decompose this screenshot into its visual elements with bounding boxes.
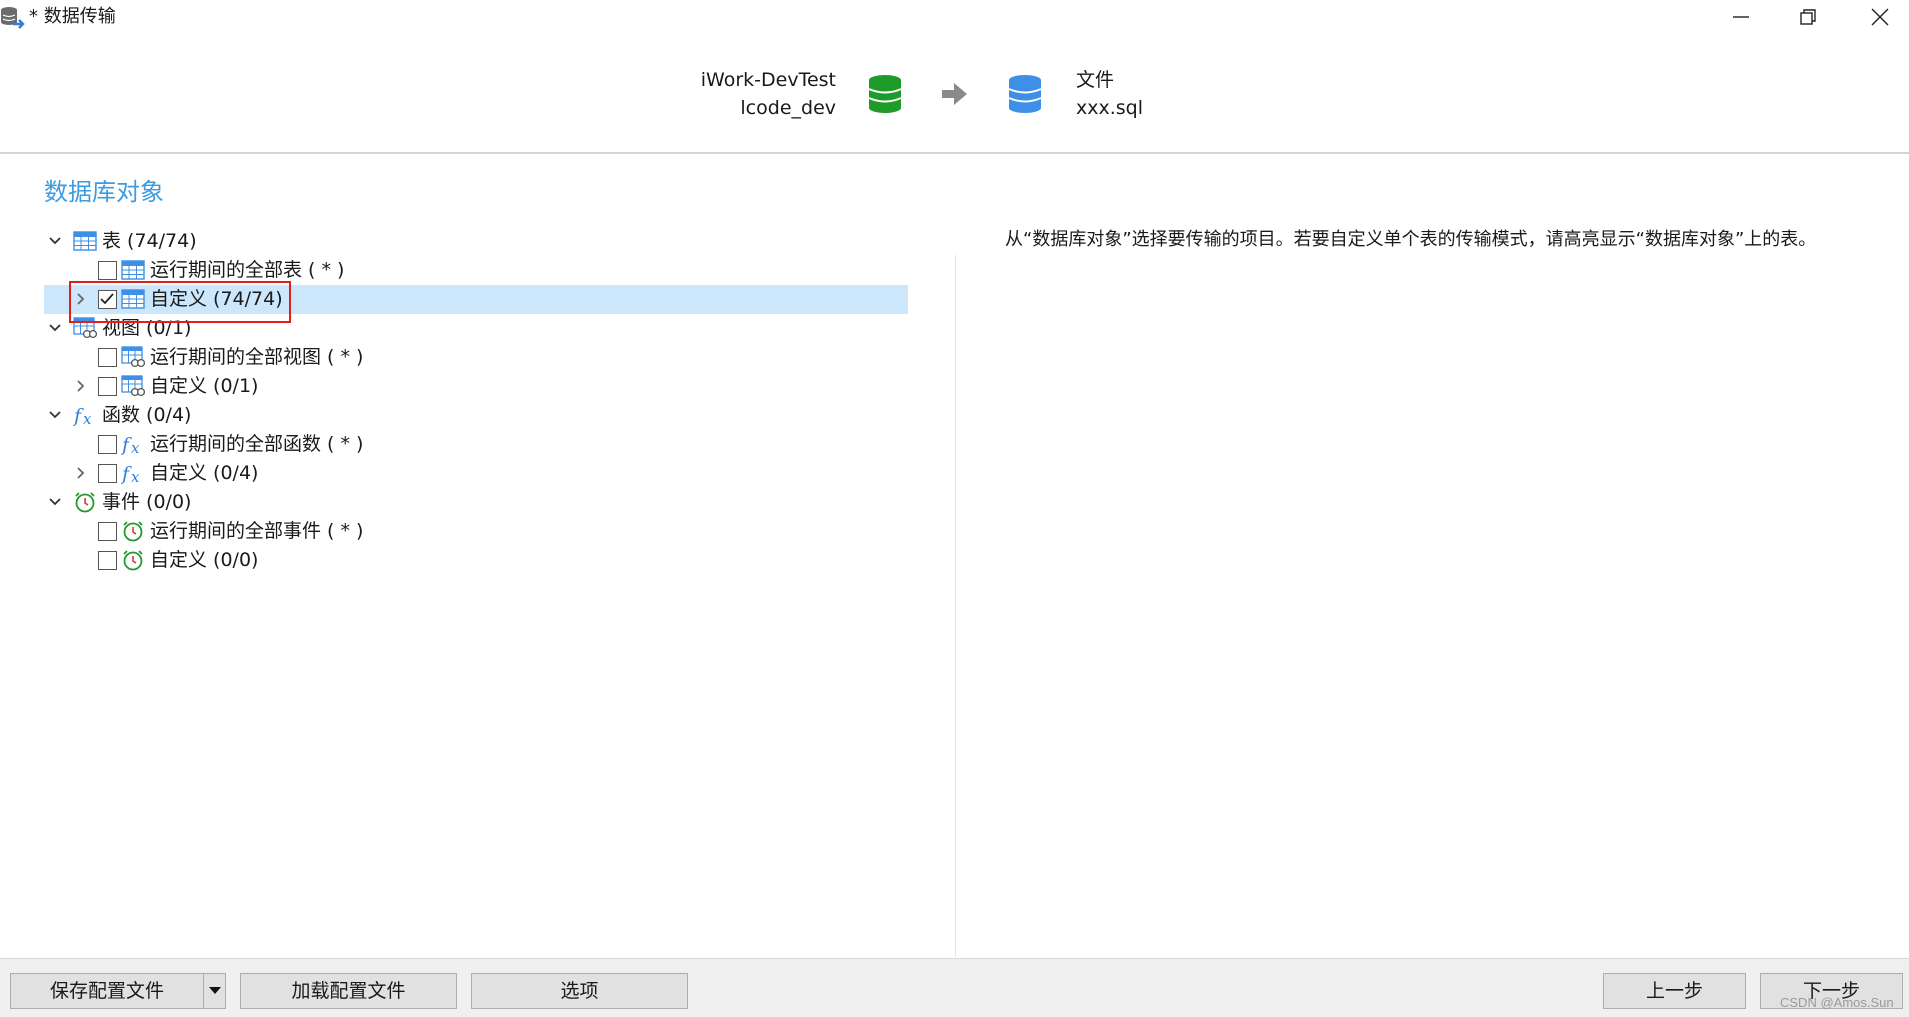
event-clock-icon <box>75 492 95 513</box>
tree-item-custom-events[interactable]: 自定义 (0/0) <box>44 546 908 575</box>
custom-tables-checkbox[interactable] <box>98 290 117 309</box>
all-tables-checkbox[interactable] <box>98 261 117 280</box>
footer-bar: 保存配置文件 加载配置文件 选项 上一步 下一步 <box>0 958 1909 1017</box>
tree-item-label: 运行期间的全部视图 ( * ) <box>150 346 364 368</box>
watermark: CSDN @Amos.Sun <box>1780 995 1894 1010</box>
event-clock-icon <box>123 521 143 542</box>
tree-node-label: 事件 (0/0) <box>102 491 192 513</box>
database-objects-title: 数据库对象 <box>44 178 164 206</box>
options-button[interactable]: 选项 <box>471 973 688 1009</box>
pane-divider <box>955 255 956 957</box>
save-profile-dropdown-button[interactable] <box>203 973 226 1009</box>
view-icon <box>121 346 145 368</box>
checkmark-icon <box>100 293 114 305</box>
svg-text:x: x <box>83 410 92 426</box>
custom-views-checkbox[interactable] <box>98 377 117 396</box>
transfer-header: iWork-DevTest lcode_dev 文件 xxx.sql <box>0 36 1909 154</box>
tree-node-views[interactable]: 视图 (0/1) <box>44 314 908 343</box>
tree-item-custom-views[interactable]: 自定义 (0/1) <box>44 372 908 401</box>
function-icon: f x <box>73 405 92 426</box>
table-icon <box>121 260 145 280</box>
tree-item-custom-functions[interactable]: f x 自定义 (0/4) <box>44 459 908 488</box>
target-database-icon <box>1007 74 1043 118</box>
arrow-right-icon <box>942 83 968 109</box>
minimize-button[interactable] <box>1713 0 1769 34</box>
tree-item-custom-tables[interactable]: 自定义 (74/74) <box>44 285 908 314</box>
tree-item-label: 自定义 (0/4) <box>150 462 259 484</box>
tree-node-label: 函数 (0/4) <box>102 404 192 426</box>
all-functions-checkbox[interactable] <box>98 435 117 454</box>
svg-text:x: x <box>131 439 140 455</box>
table-icon <box>121 289 145 309</box>
chevron-down-icon[interactable] <box>48 495 62 509</box>
tree-item-label: 自定义 (74/74) <box>150 288 283 310</box>
tree-item-all-views[interactable]: 运行期间的全部视图 ( * ) <box>44 343 908 372</box>
tree-item-all-tables[interactable]: 运行期间的全部表 ( * ) <box>44 256 908 285</box>
chevron-down-icon[interactable] <box>48 234 62 248</box>
tree-item-label: 自定义 (0/1) <box>150 375 259 397</box>
title-bar: * 数据传输 <box>0 0 1909 36</box>
close-icon <box>1871 8 1889 26</box>
tree-node-tables[interactable]: 表 (74/74) <box>44 227 908 256</box>
data-transfer-window: * 数据传输 iWork-DevTest lcode_dev 文件 xxx.sq… <box>0 0 1909 1017</box>
target-type: 文件 <box>1076 69 1115 91</box>
data-transfer-icon <box>0 4 26 30</box>
table-icon <box>73 231 97 251</box>
minimize-icon <box>1733 16 1749 18</box>
maximize-button[interactable] <box>1780 0 1836 34</box>
all-events-checkbox[interactable] <box>98 522 117 541</box>
source-connection: iWork-DevTest lcode_dev <box>640 66 836 122</box>
source-database-name: lcode_dev <box>740 97 836 119</box>
tree-node-functions[interactable]: f x 函数 (0/4) <box>44 401 908 430</box>
event-clock-icon <box>123 550 143 571</box>
load-profile-button[interactable]: 加载配置文件 <box>240 973 457 1009</box>
chevron-right-icon[interactable] <box>74 379 88 393</box>
tree-item-all-functions[interactable]: f x 运行期间的全部函数 ( * ) <box>44 430 908 459</box>
tree-node-events[interactable]: 事件 (0/0) <box>44 488 908 517</box>
tree-node-label: 视图 (0/1) <box>102 317 192 339</box>
chevron-down-icon[interactable] <box>48 408 62 422</box>
view-icon <box>73 317 97 339</box>
tree-node-label: 表 (74/74) <box>102 230 197 252</box>
chevron-down-icon[interactable] <box>48 321 62 335</box>
back-button[interactable]: 上一步 <box>1603 973 1746 1009</box>
window-title: * 数据传输 <box>29 6 116 27</box>
database-objects-tree: 表 (74/74) 运行期间的全部表 ( * ) 自定义 (74/74) 视图 … <box>44 227 908 575</box>
function-icon: f x <box>121 434 140 455</box>
target-file-name: xxx.sql <box>1076 97 1144 119</box>
tree-item-label: 运行期间的全部事件 ( * ) <box>150 520 364 542</box>
hint-text: 从“数据库对象”选择要传输的项目。若要自定义单个表的传输模式，请高亮显示“数据库… <box>1005 229 1817 250</box>
tree-item-label: 运行期间的全部函数 ( * ) <box>150 433 364 455</box>
caret-down-icon <box>209 987 221 994</box>
function-icon: f x <box>121 463 140 484</box>
custom-functions-checkbox[interactable] <box>98 464 117 483</box>
target-connection: 文件 xxx.sql <box>1076 66 1143 122</box>
chevron-right-icon[interactable] <box>74 466 88 480</box>
save-profile-button[interactable]: 保存配置文件 <box>10 973 204 1009</box>
chevron-right-icon[interactable] <box>74 292 88 306</box>
all-views-checkbox[interactable] <box>98 348 117 367</box>
close-button[interactable] <box>1852 0 1908 34</box>
tree-item-label: 运行期间的全部表 ( * ) <box>150 259 345 281</box>
source-connection-name: iWork-DevTest <box>700 69 836 91</box>
tree-item-all-events[interactable]: 运行期间的全部事件 ( * ) <box>44 517 908 546</box>
tree-item-label: 自定义 (0/0) <box>150 549 259 571</box>
view-icon <box>121 375 145 397</box>
custom-events-checkbox[interactable] <box>98 551 117 570</box>
restore-icon <box>1800 9 1816 25</box>
svg-text:x: x <box>131 468 140 484</box>
source-database-icon <box>867 74 903 118</box>
